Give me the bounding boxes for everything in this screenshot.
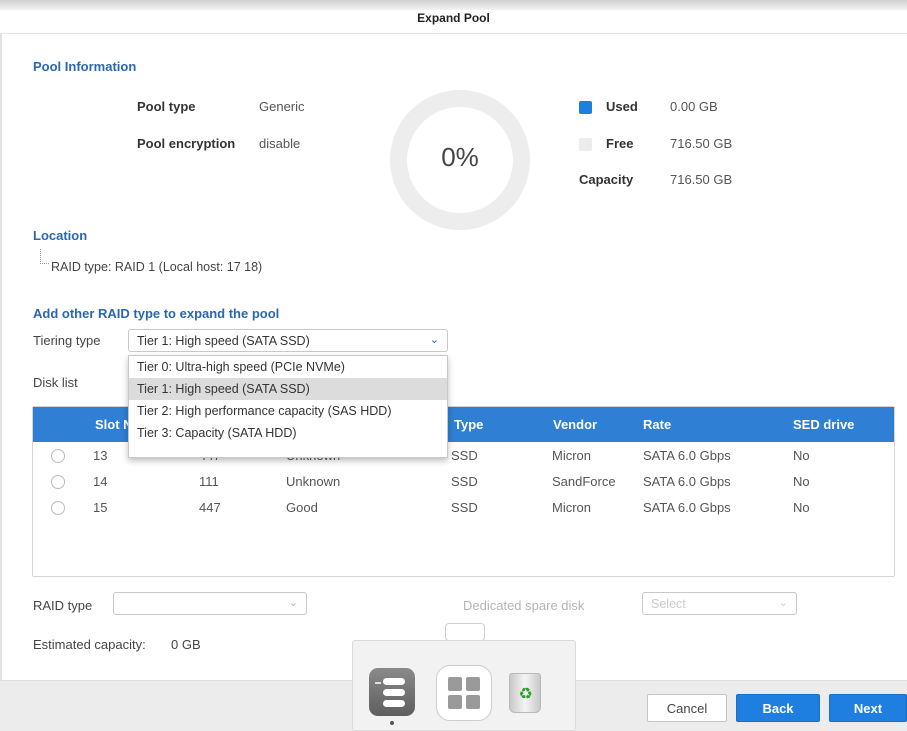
slot-cell: 15 bbox=[93, 500, 108, 515]
capacity-value: 716.50 GB bbox=[670, 172, 733, 187]
estimated-capacity-label: Estimated capacity: bbox=[33, 637, 146, 652]
free-label: Free bbox=[606, 136, 634, 151]
type-cell: SSD bbox=[451, 448, 478, 463]
raid-type-label: RAID type bbox=[33, 598, 93, 613]
column-header-sed-drive[interactable]: SED drive bbox=[793, 417, 854, 432]
tiering-option-tier-0[interactable]: Tier 0: Ultra-high speed (PCIe NVMe) bbox=[129, 356, 447, 378]
chevron-down-icon: ⌄ bbox=[288, 597, 298, 609]
tiering-type-label: Tiering type bbox=[33, 333, 101, 348]
size-cell: 447 bbox=[199, 500, 221, 515]
rate-cell: SATA 6.0 Gbps bbox=[643, 474, 731, 489]
rate-cell: SATA 6.0 Gbps bbox=[643, 448, 731, 463]
column-header-type[interactable]: Type bbox=[454, 417, 483, 432]
vendor-cell: Micron bbox=[552, 448, 592, 463]
grid-square-icon bbox=[466, 677, 480, 691]
panel-edge bbox=[0, 34, 2, 694]
pool-encryption-value: disable bbox=[259, 136, 301, 151]
grid-square-icon bbox=[448, 677, 462, 691]
storage-app-icon[interactable] bbox=[369, 668, 415, 716]
used-legend-swatch bbox=[579, 101, 592, 114]
grid-square-icon bbox=[466, 695, 480, 709]
rate-cell: SATA 6.0 Gbps bbox=[643, 500, 731, 515]
dedicated-spare-disk-label: Dedicated spare disk bbox=[463, 598, 585, 613]
location-tree-item[interactable]: RAID type: RAID 1 (Local host: 17 18) bbox=[51, 260, 262, 274]
window-title: Expand Pool bbox=[417, 11, 490, 25]
background-strip bbox=[0, 0, 907, 10]
storage-bar-icon bbox=[383, 689, 405, 696]
tiering-option-tier-2[interactable]: Tier 2: High performance capacity (SAS H… bbox=[129, 400, 447, 422]
tiering-type-select[interactable]: Tier 1: High speed (SATA SSD) ⌄ bbox=[128, 329, 448, 352]
back-button[interactable]: Back bbox=[736, 694, 820, 722]
active-indicator-dot bbox=[390, 721, 394, 725]
storage-bar-icon bbox=[383, 678, 405, 685]
grid-square-icon bbox=[448, 695, 462, 709]
column-header-rate[interactable]: Rate bbox=[643, 417, 671, 432]
storage-dash-icon bbox=[375, 682, 381, 684]
status-cell: Unknown bbox=[286, 474, 341, 489]
dedicated-spare-disk-select[interactable]: Select ⌄ bbox=[642, 592, 797, 615]
sed-cell: No bbox=[793, 474, 810, 489]
status-cell: Good bbox=[286, 500, 318, 515]
tiering-type-selected: Tier 1: High speed (SATA SSD) bbox=[137, 334, 310, 348]
row-checkbox[interactable] bbox=[51, 449, 65, 463]
used-value: 0.00 GB bbox=[670, 99, 718, 114]
tiering-type-dropdown-menu: Tier 0: Ultra-high speed (PCIe NVMe) Tie… bbox=[128, 355, 448, 458]
table-row[interactable]: 15 447 Good SSD Micron SATA 6.0 Gbps No bbox=[33, 496, 894, 520]
sed-cell: No bbox=[793, 500, 810, 515]
column-header-slot[interactable]: Slot N bbox=[95, 417, 133, 432]
expand-heading: Add other RAID type to expand the pool bbox=[33, 306, 280, 321]
main-menu-icon[interactable] bbox=[436, 665, 492, 721]
estimated-capacity-value: 0 GB bbox=[171, 637, 201, 652]
chevron-down-icon: ⌄ bbox=[429, 334, 439, 346]
size-cell: 111 bbox=[199, 474, 219, 489]
cancel-button[interactable]: Cancel bbox=[647, 694, 727, 722]
usage-percent: 0% bbox=[441, 142, 479, 172]
column-header-vendor[interactable]: Vendor bbox=[553, 417, 597, 432]
app-dock: ♻ bbox=[352, 640, 576, 731]
free-value: 716.50 GB bbox=[670, 136, 733, 151]
spare-select-placeholder: Select bbox=[651, 597, 686, 611]
vendor-cell: Micron bbox=[552, 500, 592, 515]
pool-information-heading: Pool Information bbox=[33, 59, 137, 74]
disk-list-label: Disk list bbox=[33, 375, 78, 390]
storage-bar-icon bbox=[383, 700, 405, 707]
recycle-symbol-icon: ♻ bbox=[518, 684, 533, 703]
raid-type-select[interactable]: ⌄ bbox=[113, 592, 307, 615]
table-row[interactable]: 14 111 Unknown SSD SandForce SATA 6.0 Gb… bbox=[33, 470, 894, 494]
chevron-down-icon: ⌄ bbox=[778, 597, 788, 609]
row-checkbox[interactable] bbox=[51, 501, 65, 515]
pool-encryption-label: Pool encryption bbox=[137, 136, 236, 151]
location-heading: Location bbox=[33, 228, 88, 243]
tiering-option-tier-3[interactable]: Tier 3: Capacity (SATA HDD) bbox=[129, 422, 447, 444]
type-cell: SSD bbox=[451, 474, 478, 489]
free-legend-swatch bbox=[579, 138, 592, 151]
pool-type-label: Pool type bbox=[137, 99, 196, 114]
type-cell: SSD bbox=[451, 500, 478, 515]
capacity-label: Capacity bbox=[579, 172, 634, 187]
row-checkbox[interactable] bbox=[51, 475, 65, 489]
recycle-bin-icon[interactable]: ♻ bbox=[509, 673, 541, 713]
sed-cell: No bbox=[793, 448, 810, 463]
slot-cell: 14 bbox=[93, 474, 108, 489]
dock-handle[interactable] bbox=[445, 623, 485, 641]
next-button[interactable]: Next bbox=[829, 694, 907, 722]
used-label: Used bbox=[606, 99, 638, 114]
vendor-cell: SandForce bbox=[552, 474, 616, 489]
slot-cell: 13 bbox=[93, 448, 108, 463]
tree-connector-icon bbox=[40, 249, 49, 264]
pool-type-value: Generic bbox=[259, 99, 305, 114]
window-titlebar: Expand Pool bbox=[0, 0, 907, 34]
tiering-option-tier-1[interactable]: Tier 1: High speed (SATA SSD) bbox=[129, 378, 447, 400]
